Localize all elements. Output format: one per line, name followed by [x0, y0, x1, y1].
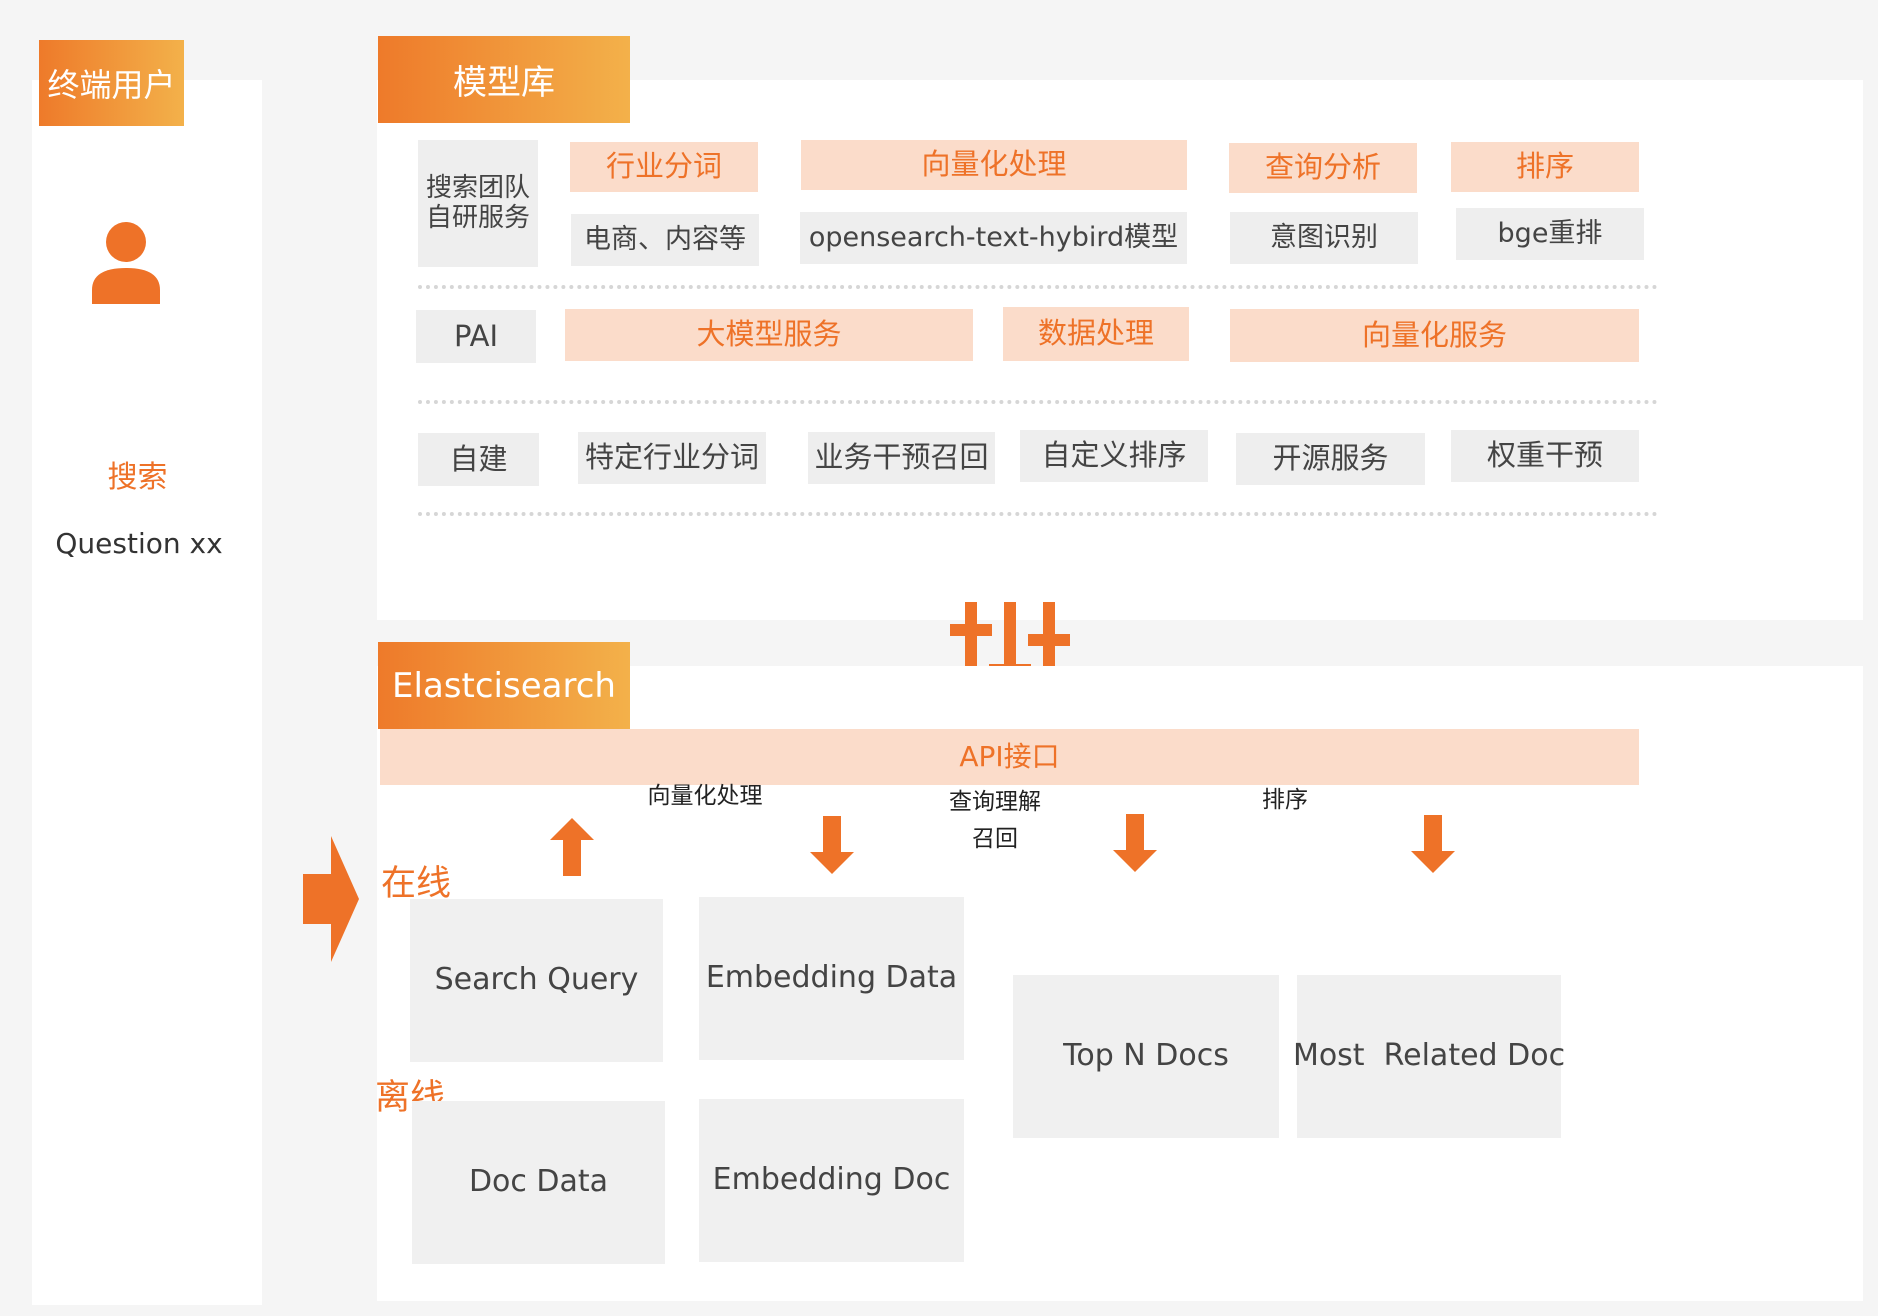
cell-custom-ranking: 自定义排序 [1020, 430, 1208, 482]
divider-3 [418, 512, 1658, 516]
cell-ranking: 排序 [1451, 142, 1639, 192]
cell-opensearch-model: opensearch-text-hybird模型 [800, 212, 1187, 264]
divider-1 [418, 285, 1658, 289]
arrow-right-icon [303, 836, 359, 962]
arrow-up-icon [550, 818, 594, 876]
embedding-doc-box: Embedding Doc [699, 1099, 964, 1262]
user-icon [92, 222, 160, 304]
end-user-title: 终端用户 [39, 40, 184, 126]
cell-self-built: 自建 [418, 433, 539, 486]
cell-pai: PAI [416, 310, 536, 363]
cell-intent-recognition: 意图识别 [1230, 212, 1418, 264]
search-query-box: Search Query [410, 899, 663, 1062]
cell-ecommerce-content: 电商、内容等 [571, 214, 759, 266]
top-n-docs-box: Top N Docs [1013, 975, 1279, 1138]
api-interface-bar: API接口 [380, 729, 1639, 785]
embedding-data-box: Embedding Data [699, 897, 964, 1060]
arrow-down-icon [1113, 814, 1157, 872]
arrow-down-icon [810, 816, 854, 874]
cell-llm-service: 大模型服务 [565, 309, 973, 361]
cell-industry-segmentation: 行业分词 [570, 142, 758, 192]
cell-query-analysis: 查询分析 [1229, 143, 1417, 193]
cell-specific-segmentation: 特定行业分词 [578, 432, 766, 484]
cell-vectorization: 向量化处理 [801, 140, 1187, 190]
most-related-doc-box: Most Related Doc [1293, 975, 1565, 1138]
flow-label-recall: 召回 [972, 826, 1018, 852]
model-library-title: 模型库 [378, 36, 630, 123]
arrow-down-icon [1411, 815, 1455, 873]
cell-business-recall: 业务干预召回 [808, 432, 995, 484]
divider-2 [418, 400, 1658, 404]
search-label: 搜索 [107, 459, 168, 495]
flow-label-vectorize: 向量化处理 [647, 783, 763, 809]
online-label: 在线 [381, 864, 452, 904]
question-text: Question xx [55, 526, 223, 560]
cell-bge-rerank: bge重排 [1456, 208, 1644, 260]
cell-open-source: 开源服务 [1236, 433, 1425, 485]
cell-search-team: 搜索团队 自研服务 [418, 140, 538, 267]
flow-label-ranking: 排序 [1262, 787, 1308, 813]
cell-weight-intervention: 权重干预 [1451, 430, 1639, 482]
cell-data-processing: 数据处理 [1003, 307, 1189, 361]
doc-data-box: Doc Data [412, 1101, 665, 1264]
elasticsearch-title: Elastcisearch [378, 642, 630, 729]
flow-label-query-understanding: 查询理解 [949, 789, 1041, 815]
cell-vector-service: 向量化服务 [1230, 309, 1639, 362]
